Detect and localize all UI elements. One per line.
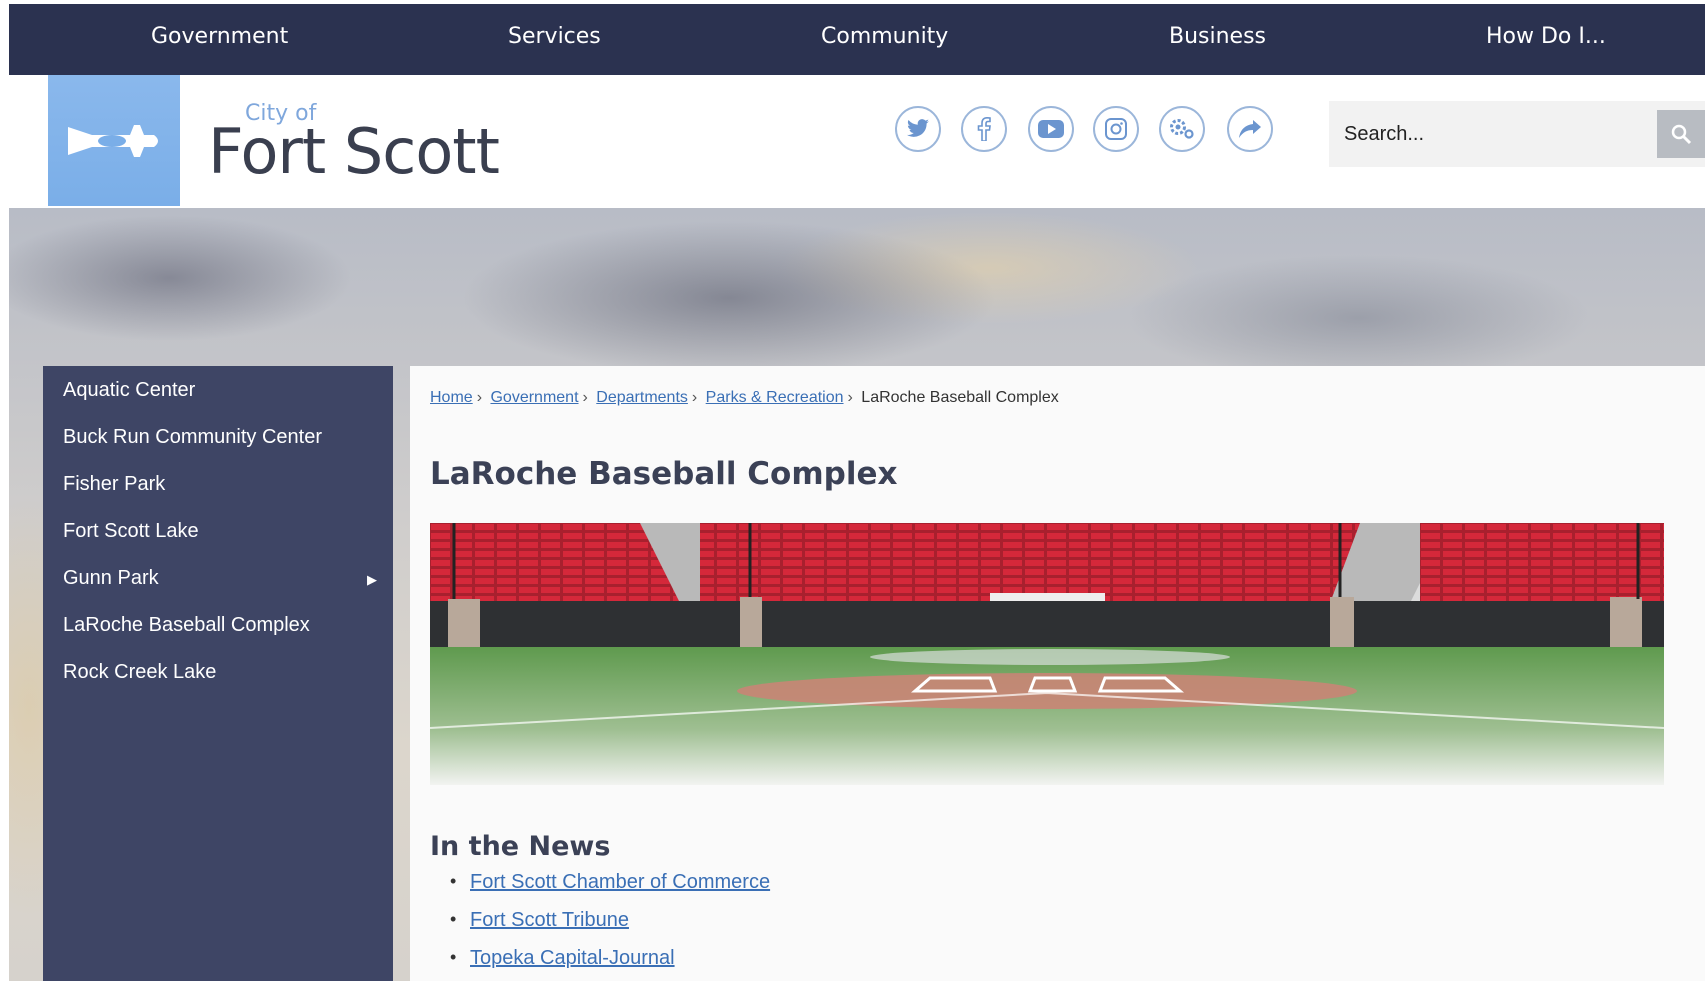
list-item: Fort Scott Tribune	[450, 909, 770, 947]
breadcrumb-separator: ›	[582, 389, 588, 406]
news-link-chamber-of-commerce[interactable]: Fort Scott Chamber of Commerce	[470, 871, 770, 893]
news-link-fort-scott-tribune[interactable]: Fort Scott Tribune	[470, 909, 629, 931]
sidebar-item-aquatic-center[interactable]: Aquatic Center	[63, 379, 195, 402]
facebook-icon[interactable]	[961, 106, 1007, 152]
search-box	[1329, 101, 1705, 167]
sidebar-nav: Aquatic Center Buck Run Community Center…	[43, 366, 393, 981]
nav-business[interactable]: Business	[1169, 24, 1266, 49]
nav-community[interactable]: Community	[821, 24, 948, 49]
breadcrumb: Home › Government › Departments › Parks & R…	[430, 389, 1059, 407]
site-header: City of Fort Scott	[9, 75, 1705, 208]
stadium-photo	[430, 523, 1664, 785]
top-navigation: Government Services Community Business H…	[9, 4, 1705, 75]
youtube-icon[interactable]	[1028, 106, 1074, 152]
sidebar-item-rock-creek-lake[interactable]: Rock Creek Lake	[63, 661, 216, 684]
sidebar-item-gunn-park[interactable]: Gunn Park	[63, 567, 159, 590]
sidebar-item-fisher-park[interactable]: Fisher Park	[63, 473, 165, 496]
breadcrumb-government[interactable]: Government	[490, 389, 578, 406]
news-section-title: In the News	[430, 831, 611, 862]
breadcrumb-current: LaRoche Baseball Complex	[861, 389, 1059, 406]
settings-icon[interactable]	[1159, 106, 1205, 152]
logo-city-name: Fort Scott	[208, 115, 500, 188]
sidebar-item-buck-run-community-center[interactable]: Buck Run Community Center	[63, 426, 322, 449]
list-item: Topeka Capital-Journal	[450, 947, 770, 981]
nav-government[interactable]: Government	[151, 24, 288, 49]
logo-badge[interactable]	[48, 75, 180, 206]
baseball-stadium-image	[430, 523, 1664, 785]
breadcrumb-separator: ›	[476, 389, 483, 406]
bugle-icon	[68, 125, 158, 157]
twitter-icon[interactable]	[895, 106, 941, 152]
sidebar-item-fort-scott-lake[interactable]: Fort Scott Lake	[63, 520, 199, 543]
breadcrumb-separator: ›	[691, 389, 698, 406]
instagram-icon[interactable]	[1093, 106, 1139, 152]
breadcrumb-home[interactable]: Home	[430, 389, 473, 406]
breadcrumb-departments[interactable]: Departments	[596, 389, 688, 406]
nav-how-do-i[interactable]: How Do I...	[1486, 24, 1606, 49]
list-item: Fort Scott Chamber of Commerce	[450, 871, 770, 909]
search-icon	[1671, 124, 1692, 145]
breadcrumb-separator: ›	[847, 389, 853, 406]
search-button[interactable]	[1657, 110, 1705, 158]
main-content: Home › Government › Departments › Parks & R…	[410, 366, 1705, 981]
breadcrumb-parks-recreation[interactable]: Parks & Recreation	[706, 389, 844, 406]
nav-services[interactable]: Services	[508, 24, 601, 49]
news-list: Fort Scott Chamber of Commerce Fort Scot…	[450, 871, 770, 981]
sidebar-item-laroche-baseball-complex[interactable]: LaRoche Baseball Complex	[63, 614, 310, 637]
news-link-topeka-capital-journal[interactable]: Topeka Capital-Journal	[470, 947, 675, 969]
share-icon[interactable]	[1227, 106, 1273, 152]
submenu-arrow-icon[interactable]: ▶	[367, 572, 377, 588]
page-title: LaRoche Baseball Complex	[430, 456, 898, 492]
search-input[interactable]	[1329, 101, 1647, 167]
